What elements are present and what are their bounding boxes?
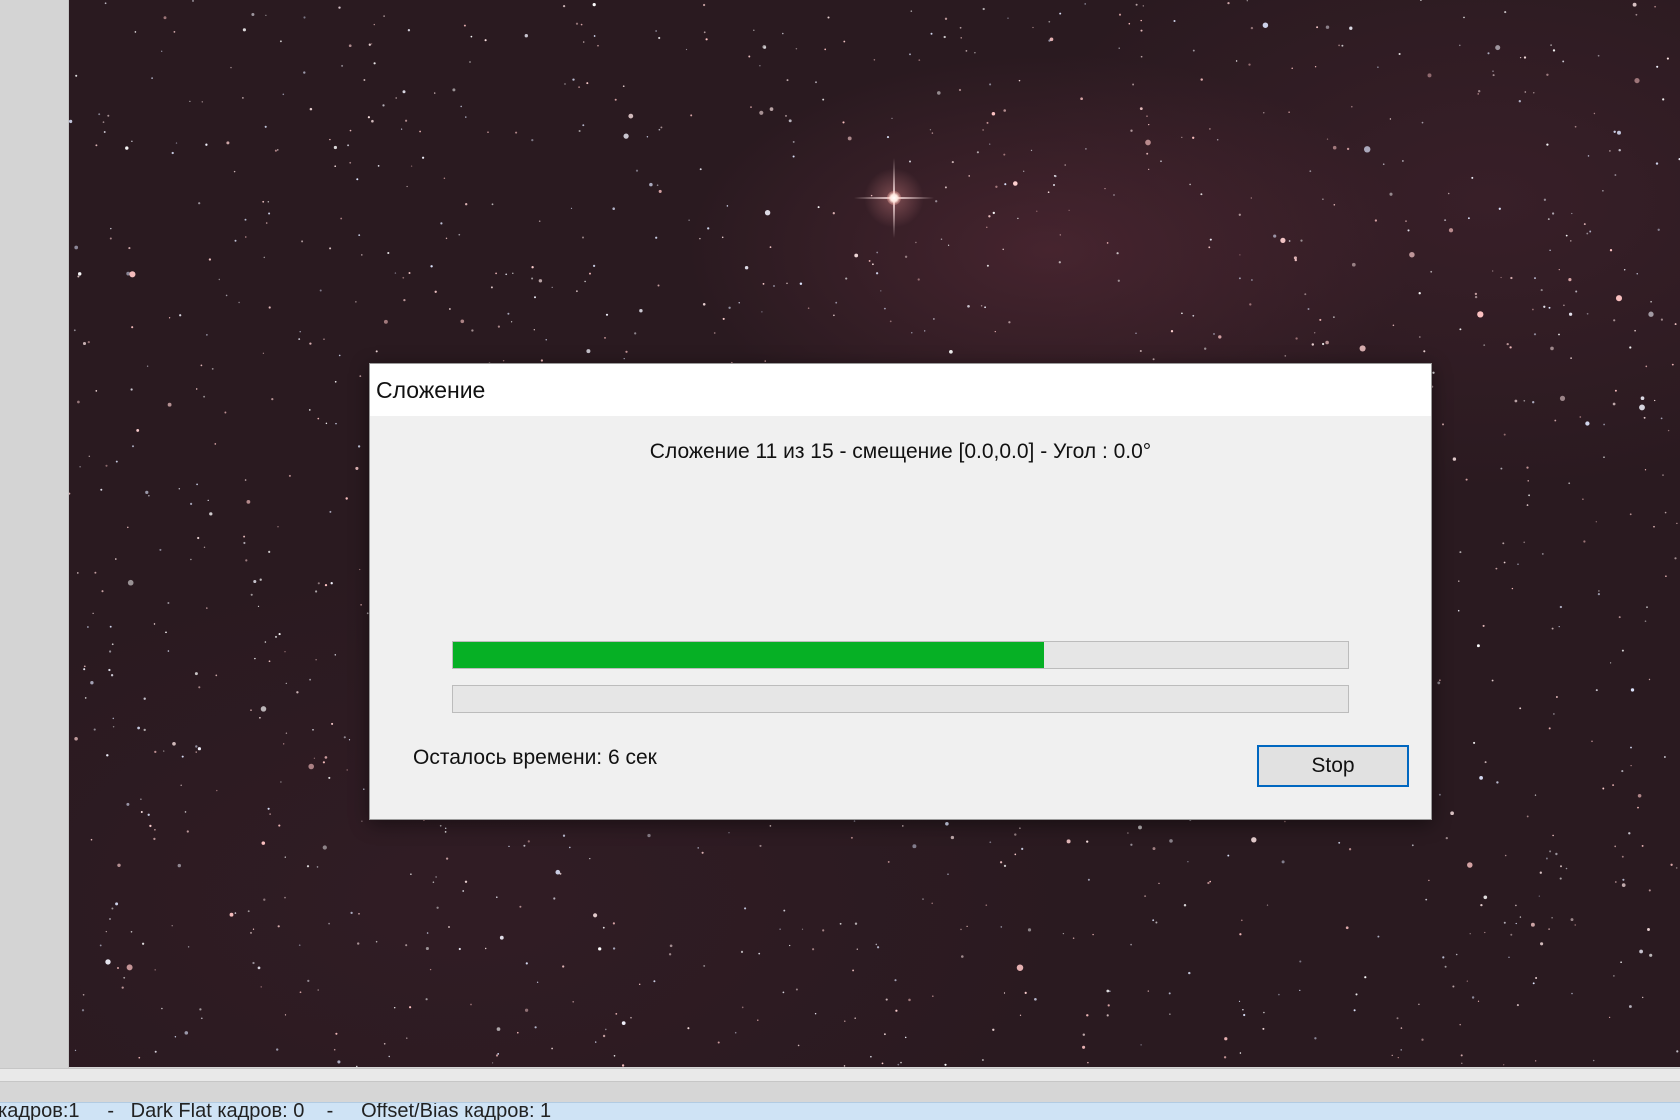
frame-counts-text: кадров:1 - Dark Flat кадров: 0 - Offset/…: [0, 1102, 552, 1120]
dialog-titlebar[interactable]: Сложение: [370, 364, 1431, 416]
stacking-dialog: Сложение Сложение 11 из 15 - смещение [0…: [369, 363, 1432, 820]
time-remaining-label: Осталось времени: 6 сек: [413, 746, 657, 769]
splitter-bar[interactable]: [0, 1068, 1680, 1082]
main-progress-bar: [452, 641, 1349, 669]
stacking-status-text: Сложение 11 из 15 - смещение [0.0,0.0] -…: [649, 440, 1152, 463]
sub-progress-bar: [452, 685, 1349, 713]
app-window: Сложение Сложение 11 из 15 - смещение [0…: [0, 0, 1680, 1120]
stop-button[interactable]: Stop: [1257, 745, 1409, 787]
dialog-title: Сложение: [376, 376, 486, 403]
left-panel: [0, 0, 69, 1068]
status-bar: кадров:1 - Dark Flat кадров: 0 - Offset/…: [0, 1102, 1680, 1120]
main-progress-fill: [453, 642, 1044, 668]
